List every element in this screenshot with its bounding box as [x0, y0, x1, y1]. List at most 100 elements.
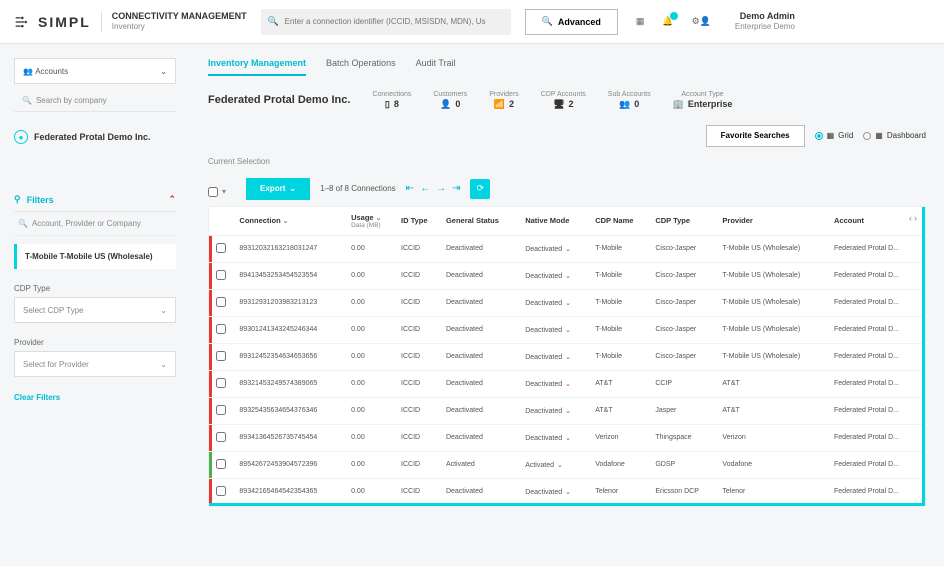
cell-native-mode[interactable]: Deactivated⌄	[521, 424, 591, 451]
stat-customers-value: 0	[455, 99, 460, 111]
scroll-left-icon[interactable]: ‹	[909, 213, 912, 223]
cell-native-mode[interactable]: Deactivated⌄	[521, 370, 591, 397]
row-checkbox[interactable]	[216, 405, 226, 415]
settings-icon[interactable]: ⚙	[692, 16, 700, 27]
col-native-mode[interactable]: Native Mode	[521, 207, 591, 236]
page-prev-icon[interactable]: ←	[420, 183, 430, 194]
row-checkbox[interactable]	[216, 486, 226, 496]
clear-filters-button[interactable]: Clear Filters	[14, 393, 176, 402]
stat-cdp-label: CDP Accounts	[541, 90, 586, 99]
cell-native-mode[interactable]: Deactivated⌄	[521, 478, 591, 505]
user-icon: 👤	[700, 16, 711, 27]
row-checkbox[interactable]	[216, 297, 226, 307]
refresh-button[interactable]: ⟳	[470, 179, 490, 199]
tab-batch[interactable]: Batch Operations	[326, 58, 396, 76]
stat-sub-value: 0	[634, 99, 639, 111]
view-dashboard-radio[interactable]: ▦Dashboard	[863, 131, 926, 140]
col-usage[interactable]: Usage⌄Data (MB)	[347, 207, 397, 236]
cell-native-mode[interactable]: Deactivated⌄	[521, 235, 591, 262]
cell-native-mode[interactable]: Deactivated⌄	[521, 289, 591, 316]
table-row[interactable]: 893124523546346536560.00ICCIDDeactivated…	[209, 343, 925, 370]
table-row[interactable]: 893012413432452463440.00ICCIDDeactivated…	[209, 316, 925, 343]
chevron-down-icon: ⌄	[160, 67, 167, 76]
user-icon: 👤	[440, 99, 451, 111]
table-row[interactable]: 893120321632180312470.00ICCIDDeactivated…	[209, 235, 925, 262]
row-checkbox[interactable]	[216, 432, 226, 442]
row-checkbox[interactable]	[216, 459, 226, 469]
tab-audit[interactable]: Audit Trail	[416, 58, 456, 76]
accounts-dropdown[interactable]: 👥 Accounts ⌄	[14, 58, 176, 84]
table-row[interactable]: 893413645267357454540.00ICCIDDeactivated…	[209, 424, 925, 451]
table-bottom-indicator	[209, 503, 925, 506]
chevron-down-icon: ⌄	[283, 218, 289, 225]
page-first-icon[interactable]: ⇤	[406, 183, 414, 194]
cell-native-mode[interactable]: Deactivated⌄	[521, 397, 591, 424]
cell-provider: AT&T	[718, 370, 830, 397]
notification-badge	[670, 12, 678, 20]
row-checkbox[interactable]	[216, 378, 226, 388]
export-button[interactable]: Export⌄	[246, 178, 310, 200]
filter-search[interactable]: Account, Provider or Company	[14, 212, 176, 236]
apps-icon[interactable]: ▦	[636, 16, 645, 27]
cell-id-type: ICCID	[397, 397, 442, 424]
notifications-icon[interactable]: 🔔	[662, 16, 673, 27]
page-next-icon[interactable]: →	[436, 183, 446, 194]
table-row[interactable]: 893421654645423543650.00ICCIDDeactivated…	[209, 478, 925, 505]
cdp-type-select[interactable]: Select CDP Type ⌄	[14, 297, 176, 323]
cell-cdp-type: Jasper	[651, 397, 718, 424]
scroll-right-icon[interactable]: ›	[914, 213, 917, 223]
cell-cdp-name: Verizon	[591, 424, 651, 451]
page-last-icon[interactable]: ⇥	[452, 183, 460, 194]
active-filter-card[interactable]: T-Mobile T-Mobile US (Wholesale)	[14, 244, 176, 269]
cell-usage: 0.00	[347, 262, 397, 289]
table-row[interactable]: 894134532534545235540.00ICCIDDeactivated…	[209, 262, 925, 289]
provider-select[interactable]: Select for Provider ⌄	[14, 351, 176, 377]
cell-native-mode[interactable]: Activated⌄	[521, 451, 591, 478]
table-row[interactable]: 895426724539045723960.00ICCIDActivatedAc…	[209, 451, 925, 478]
cell-provider: Telenor	[718, 478, 830, 505]
chevron-down-icon: ⌄	[289, 184, 296, 193]
cell-id-type: ICCID	[397, 370, 442, 397]
advanced-search-button[interactable]: 🔍 Advanced	[525, 9, 618, 35]
row-checkbox[interactable]	[216, 351, 226, 361]
row-checkbox[interactable]	[216, 243, 226, 253]
cell-provider: T-Mobile US (Wholesale)	[718, 343, 830, 370]
app-title: CONNECTIVITY MANAGEMENT	[112, 11, 247, 22]
table-row[interactable]: 893129312039832131230.00ICCIDDeactivated…	[209, 289, 925, 316]
selected-account[interactable]: ● Federated Protal Demo Inc.	[14, 130, 176, 144]
col-connection[interactable]: Connection⌄	[235, 207, 347, 236]
user-menu[interactable]: 👤 Demo Admin Enterprise Demo	[700, 11, 795, 31]
global-search-input[interactable]	[261, 9, 511, 35]
col-cdp-name[interactable]: CDP Name	[591, 207, 651, 236]
chevron-down-icon: ⌄	[160, 306, 167, 315]
cell-native-mode[interactable]: Deactivated⌄	[521, 316, 591, 343]
cell-usage: 0.00	[347, 451, 397, 478]
col-id-type[interactable]: ID Type	[397, 207, 442, 236]
sidebar-search[interactable]: Search by company	[14, 90, 176, 112]
view-grid-radio[interactable]: ▦Grid	[815, 131, 854, 140]
sidebar: 👥 Accounts ⌄ Search by company ● Federat…	[0, 44, 190, 566]
people-icon: 👥	[619, 99, 630, 111]
connections-table: Connection⌄ Usage⌄Data (MB) ID Type Gene…	[209, 207, 925, 506]
table-row[interactable]: 893214532495743890650.00ICCIDDeactivated…	[209, 370, 925, 397]
main-content: Inventory Management Batch Operations Au…	[190, 44, 944, 566]
cell-native-mode[interactable]: Deactivated⌄	[521, 262, 591, 289]
tab-inventory[interactable]: Inventory Management	[208, 58, 306, 76]
cell-cdp-type: Ericsson DCP	[651, 478, 718, 505]
row-checkbox[interactable]	[216, 270, 226, 280]
devices-icon: 🖥	[553, 99, 564, 111]
select-all-checkbox[interactable]	[208, 187, 218, 197]
provider-placeholder: Select for Provider	[23, 360, 89, 369]
col-provider[interactable]: Provider	[718, 207, 830, 236]
col-general-status[interactable]: General Status	[442, 207, 521, 236]
col-cdp-type[interactable]: CDP Type	[651, 207, 718, 236]
row-checkbox[interactable]	[216, 324, 226, 334]
cell-native-mode[interactable]: Deactivated⌄	[521, 343, 591, 370]
cell-general-status: Deactivated	[442, 370, 521, 397]
favorite-searches-button[interactable]: Favorite Searches	[706, 125, 805, 147]
table-row[interactable]: 893254356346543763460.00ICCIDDeactivated…	[209, 397, 925, 424]
chevron-down-icon[interactable]: ▾	[222, 187, 226, 196]
provider-label: Provider	[14, 338, 44, 347]
filters-heading[interactable]: ⚲Filters ⌃	[14, 194, 176, 212]
cell-id-type: ICCID	[397, 424, 442, 451]
